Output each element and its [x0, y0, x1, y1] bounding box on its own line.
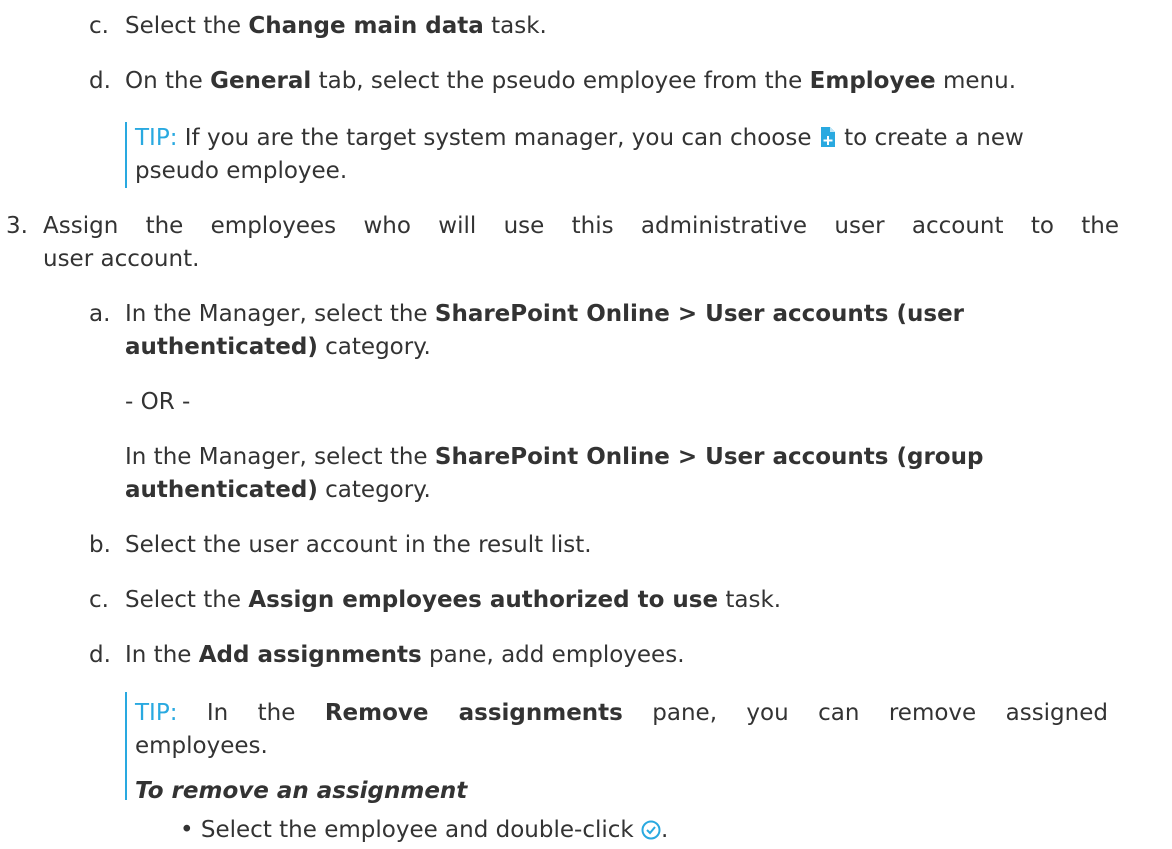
ui-term: Assign employees authorized to use — [248, 587, 719, 613]
text: In the Manager, select the — [125, 301, 435, 327]
checkmark-circle-icon — [641, 817, 661, 849]
tip-bar — [125, 122, 127, 188]
text: If you are the target system manager, yo… — [177, 125, 819, 151]
tip-label: TIP: — [135, 125, 178, 151]
ui-term: SharePoint Online > User accounts (user — [434, 301, 965, 327]
tip-bar — [125, 692, 127, 800]
step-text: In the Manager, select the SharePoint On… — [125, 441, 983, 473]
tip-text: pseudo employee. — [135, 158, 348, 184]
ui-term: authenticated) — [125, 477, 318, 503]
text: Select the — [125, 13, 249, 39]
step-text: On the General tab, select the pseudo em… — [125, 65, 1016, 97]
text: In the — [125, 642, 199, 668]
text: . — [661, 817, 669, 843]
text: In the — [177, 700, 325, 726]
step-text: In the Add assignments pane, add employe… — [125, 639, 685, 671]
text: task. — [483, 13, 547, 39]
step-text: authenticated) category. — [125, 331, 431, 363]
list-marker: 3. — [6, 213, 28, 239]
ui-term: authenticated) — [125, 334, 318, 360]
step-text: authenticated) category. — [125, 474, 431, 506]
list-marker: c. — [89, 587, 109, 613]
tip-text: employees. — [135, 733, 268, 759]
text: pane, add employees. — [421, 642, 685, 668]
list-marker: a. — [89, 301, 111, 327]
list-marker: c. — [89, 13, 109, 39]
text: tab, select the pseudo employee from the — [311, 68, 810, 94]
step-text: Select the Change main data task. — [125, 10, 547, 42]
text: On the — [125, 68, 211, 94]
text: to create a new — [836, 125, 1024, 151]
text: Select the employee and double-click — [200, 817, 642, 843]
tip-label: TIP: — [135, 700, 178, 726]
ui-term: General — [210, 68, 312, 94]
text: pane, you can remove assigned — [622, 700, 1108, 726]
list-marker: b. — [89, 532, 111, 558]
list-marker: d. — [89, 68, 111, 94]
text: task. — [718, 587, 782, 613]
ui-term: Remove assignments — [324, 700, 623, 726]
tip-text: TIP: In the Remove assignments pane, you… — [135, 697, 1108, 729]
ui-term: Employee — [809, 68, 936, 94]
ui-term: SharePoint Online > User accounts (group — [434, 444, 984, 470]
step-text: Select the user account in the result li… — [125, 532, 592, 558]
step-text: Select the Assign employees authorized t… — [125, 584, 781, 616]
text: Select the — [125, 587, 249, 613]
text: category. — [317, 334, 431, 360]
tip-text: TIP: If you are the target system manage… — [135, 122, 1024, 157]
bullet-item: • Select the employee and double-click . — [180, 814, 668, 849]
step-text: In the Manager, select the SharePoint On… — [125, 298, 964, 330]
text: category. — [317, 477, 431, 503]
ui-term: Add assignments — [198, 642, 422, 668]
text: In the Manager, select the — [125, 444, 435, 470]
sub-heading: To remove an assignment — [135, 778, 468, 804]
bullet-icon: • — [180, 817, 194, 843]
list-marker: d. — [89, 642, 111, 668]
or-separator: - OR - — [125, 389, 191, 415]
step-text: user account. — [43, 246, 200, 272]
step-text: Assign the employees who will use this a… — [43, 213, 1119, 239]
ui-term: Change main data — [248, 13, 484, 39]
text: menu. — [935, 68, 1017, 94]
new-document-icon — [819, 125, 837, 157]
